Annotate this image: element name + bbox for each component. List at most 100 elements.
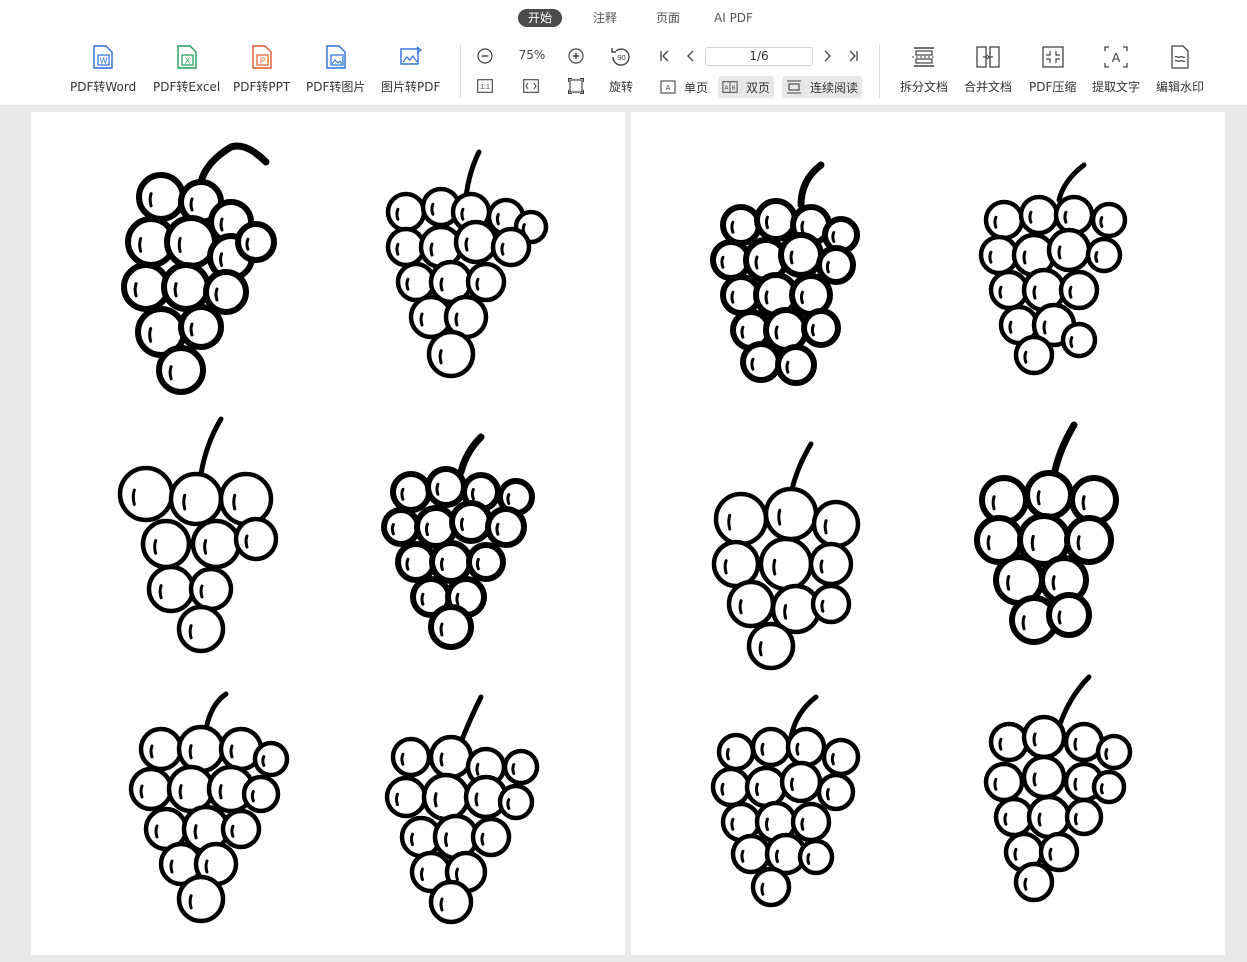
pdf-compress-label: PDF压缩	[1029, 80, 1077, 94]
pdf-to-ppt-icon: P	[249, 44, 275, 70]
tab-start[interactable]: 开始	[518, 9, 563, 27]
svg-text:A: A	[725, 86, 729, 92]
grape-bunch-drawing	[691, 150, 891, 410]
rotate-icon: 90	[608, 44, 634, 70]
actual-size-button[interactable]: 1:1	[476, 77, 494, 95]
grape-illustration	[381, 433, 535, 650]
grape-bunch-drawing	[106, 404, 306, 664]
toolbar-divider	[879, 44, 880, 98]
svg-text:1:1: 1:1	[480, 84, 490, 91]
svg-text:A: A	[666, 85, 671, 92]
grape-illustration	[117, 416, 279, 654]
single-page-mode[interactable]: A 单页	[656, 76, 712, 98]
ribbon-tabs: 开始 注释 页面 AI PDF	[0, 9, 1247, 29]
first-page-icon	[660, 50, 669, 62]
grape-bunch-drawing	[361, 687, 561, 947]
grape-illustration	[710, 694, 861, 908]
edit-watermark-button[interactable]: 编辑水印	[1156, 44, 1204, 95]
continuous-reading-label: 连续阅读	[810, 80, 859, 95]
svg-text:P: P	[259, 57, 264, 66]
pdf-to-word-button[interactable]: W PDF转Word	[70, 44, 136, 95]
svg-text:90: 90	[617, 53, 625, 62]
grape-illustration	[121, 142, 277, 395]
grape-illustration	[974, 421, 1119, 645]
ribbon-toolbar: 开始 注释 页面 AI PDF W PDF转Word X PDF转Excel P…	[0, 0, 1247, 106]
next-page-button[interactable]	[818, 47, 836, 65]
grape-bunch-drawing	[691, 682, 891, 942]
zoom-level[interactable]: 75%	[512, 48, 552, 62]
split-document-button[interactable]: 拆分文档	[900, 44, 948, 95]
first-page-button[interactable]	[656, 47, 674, 65]
pdf-to-ppt-button[interactable]: P PDF转PPT	[233, 44, 290, 95]
pdf-page-right	[631, 112, 1225, 955]
edit-watermark-label: 编辑水印	[1156, 80, 1205, 94]
grape-bunch-drawing	[691, 424, 891, 684]
double-page-mode[interactable]: AB 双页	[718, 76, 775, 98]
image-to-pdf-icon	[398, 44, 424, 70]
grape-illustration	[128, 691, 290, 924]
fit-page-button[interactable]	[567, 77, 585, 95]
last-page-button[interactable]	[844, 47, 862, 65]
pdf-to-image-button[interactable]: PDF转图片	[306, 44, 365, 95]
pdf-to-excel-button[interactable]: X PDF转Excel	[153, 44, 220, 95]
fit-page-icon	[568, 78, 584, 94]
grape-bunch-drawing	[106, 674, 306, 934]
fit-width-button[interactable]	[522, 77, 540, 95]
rotate-label: 旋转	[608, 80, 633, 94]
fit-width-icon	[523, 79, 539, 93]
grape-bunch-drawing	[959, 150, 1159, 410]
split-document-label: 拆分文档	[900, 80, 949, 94]
grape-bunch-drawing	[959, 410, 1159, 670]
merge-document-icon	[975, 44, 1001, 70]
extract-text-button[interactable]: A 提取文字	[1092, 44, 1140, 95]
image-to-pdf-button[interactable]: 图片转PDF	[381, 44, 440, 95]
chevron-left-icon	[687, 50, 694, 62]
svg-text:A: A	[1112, 50, 1121, 65]
single-page-label: 单页	[684, 80, 709, 95]
pdf-page-left	[31, 112, 625, 955]
toolbar-divider	[460, 44, 461, 98]
zoom-in-button[interactable]	[567, 47, 585, 65]
pdf-to-excel-icon: X	[174, 44, 200, 70]
merge-document-button[interactable]: 合并文档	[964, 44, 1012, 95]
merge-document-label: 合并文档	[964, 80, 1013, 94]
actual-size-icon: 1:1	[477, 79, 493, 93]
double-page-label: 双页	[746, 80, 771, 95]
tab-ai-pdf[interactable]: AI PDF	[704, 9, 763, 27]
zoom-in-icon	[568, 48, 584, 64]
continuous-reading-icon	[786, 80, 802, 94]
pdf-to-word-icon: W	[90, 44, 116, 70]
tab-annotate[interactable]: 注释	[583, 9, 627, 27]
grape-illustration	[983, 674, 1133, 903]
zoom-out-icon	[477, 48, 493, 64]
svg-text:X: X	[184, 57, 190, 66]
grape-illustration	[710, 161, 860, 386]
grape-bunch-drawing	[361, 142, 561, 402]
zoom-out-button[interactable]	[476, 47, 494, 65]
pdf-to-excel-label: PDF转Excel	[153, 80, 221, 94]
single-page-icon: A	[660, 80, 676, 94]
grape-illustration	[711, 441, 861, 671]
pdf-compress-icon	[1040, 44, 1066, 70]
extract-text-icon: A	[1103, 44, 1129, 70]
previous-page-button[interactable]	[682, 47, 700, 65]
double-page-icon: AB	[722, 80, 738, 94]
continuous-reading-mode[interactable]: 连续阅读	[782, 76, 863, 98]
page-number-input[interactable]: 1/6	[705, 47, 813, 66]
grape-bunch-drawing	[959, 667, 1159, 927]
edit-watermark-icon	[1167, 44, 1193, 70]
rotate-button[interactable]: 90 旋转	[608, 44, 634, 95]
pdf-compress-button[interactable]: PDF压缩	[1029, 44, 1076, 95]
grape-illustration	[384, 694, 540, 925]
grape-bunch-drawing	[106, 142, 306, 402]
tab-page[interactable]: 页面	[646, 9, 690, 27]
pdf-to-ppt-label: PDF转PPT	[233, 80, 291, 94]
last-page-icon	[849, 50, 858, 62]
chevron-right-icon	[824, 50, 831, 62]
svg-text:B: B	[732, 86, 736, 92]
grape-illustration	[978, 162, 1128, 376]
image-to-pdf-label: 图片转PDF	[381, 80, 441, 94]
svg-text:W: W	[100, 57, 108, 66]
pdf-to-image-label: PDF转图片	[306, 80, 366, 94]
pdf-to-word-label: PDF转Word	[70, 80, 137, 94]
